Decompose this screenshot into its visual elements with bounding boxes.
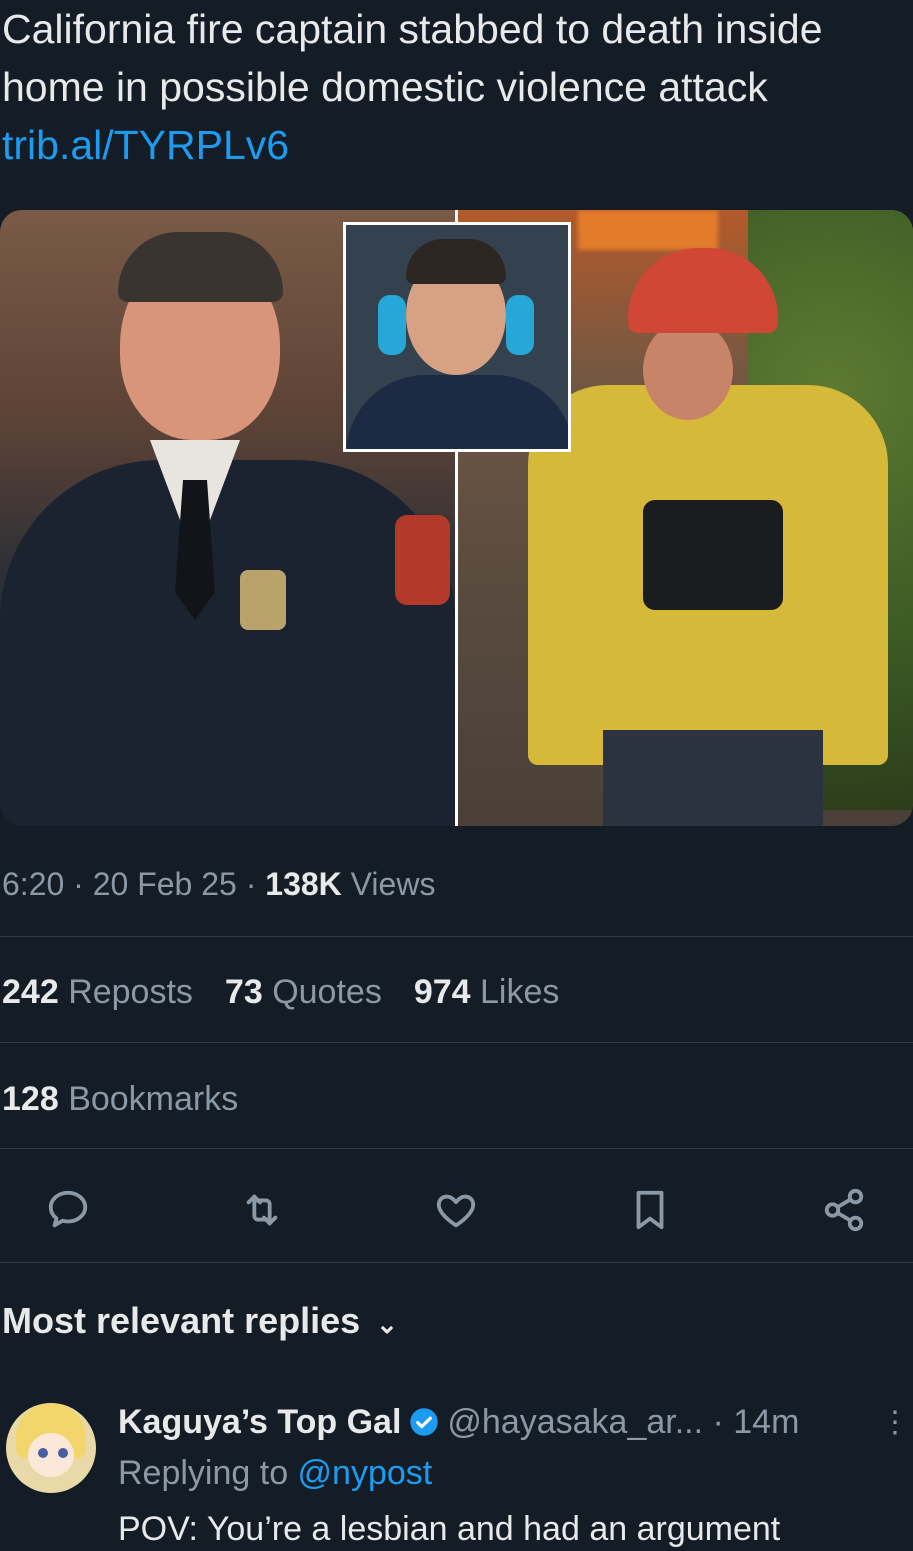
avatar[interactable] (6, 1403, 96, 1493)
replies-sort-toggle[interactable]: Most relevant replies ⌄ (2, 1298, 398, 1347)
tweet-meta: 6:20 · 20 Feb 25 · 138K Views (2, 862, 435, 906)
meta-sep: · (64, 866, 93, 902)
pants-shape (603, 730, 823, 826)
fire-shape (578, 210, 718, 250)
reply-author-name[interactable]: Kaguya’s Top Gal (118, 1403, 401, 1441)
views-count: 138K (265, 866, 342, 902)
patch-shape (395, 515, 450, 605)
bookmarks-stat[interactable]: 128 Bookmarks (2, 1077, 238, 1121)
quotes-stat[interactable]: 73 Quotes (225, 973, 382, 1011)
headset-right-shape (506, 295, 534, 355)
quotes-label: Quotes (272, 973, 382, 1011)
more-options-icon[interactable]: ⋮ (880, 1403, 910, 1443)
engagement-stats: 242 Reposts 73 Quotes 974 Likes (2, 970, 559, 1014)
repost-button[interactable] (232, 1180, 292, 1240)
badge-shape (240, 570, 286, 630)
tweet-link[interactable]: trib.al/TYRPLv6 (2, 122, 289, 168)
hair-shape (118, 232, 283, 302)
views-label: Views (350, 866, 436, 902)
avatar-eye (38, 1448, 48, 1458)
retweet-icon (246, 1194, 278, 1226)
reposts-label: Reposts (68, 973, 193, 1011)
quotes-count: 73 (224, 973, 263, 1011)
divider (0, 1262, 913, 1263)
reposts-stat[interactable]: 242 Reposts (2, 973, 193, 1011)
likes-label: Likes (480, 973, 560, 1011)
jacket-shape (0, 460, 455, 826)
tweet-body: California fire captain stabbed to death… (2, 6, 823, 110)
verified-badge-icon (410, 1408, 439, 1436)
divider (0, 1042, 913, 1043)
reply-text: POV: You’re a lesbi⁠an and had an argume… (118, 1510, 781, 1548)
reply-time[interactable]: · 14m (703, 1403, 800, 1441)
headset-left-shape (378, 295, 406, 355)
tweet-text: California fire captain stabbed to death… (2, 0, 902, 174)
uniform-shape (346, 375, 568, 449)
reply-author-handle[interactable]: @hayasaka_ar... (447, 1403, 703, 1441)
bookmarks-count: 128 (2, 1080, 59, 1118)
meta-sep: · (236, 866, 266, 902)
bookmark-icon (636, 1190, 664, 1230)
heart-icon (436, 1194, 476, 1228)
action-bar (0, 1180, 913, 1240)
replies-section-title: Most relevant replies (2, 1300, 361, 1341)
photo-inset[interactable] (343, 222, 571, 452)
share-button[interactable] (814, 1180, 874, 1240)
like-button[interactable] (426, 1180, 486, 1240)
tweet-date[interactable]: 20 Feb 25 (93, 866, 237, 902)
pack-shape (643, 500, 783, 610)
replying-prefix: Replying to (118, 1454, 298, 1492)
divider (0, 936, 913, 937)
bookmarks-label: Bookmarks (68, 1080, 239, 1118)
replying-to-handle[interactable]: @nypost (298, 1454, 433, 1492)
chevron-down-icon: ⌄ (376, 1309, 398, 1339)
bookmark-button[interactable] (620, 1180, 680, 1240)
divider (0, 1148, 913, 1149)
reply-item[interactable]: Kaguya’s Top Gal @hayasaka_ar... · 14m ⋮ … (0, 1395, 913, 1550)
tweet-media[interactable] (0, 210, 913, 826)
tweet-time[interactable]: 6:20 (2, 866, 64, 902)
hair-inset-shape (406, 239, 506, 284)
head-shape (643, 320, 733, 420)
likes-stat[interactable]: 974 Likes (414, 973, 560, 1011)
share-icon (824, 1188, 864, 1232)
replying-to: Replying to @nypost (118, 1451, 432, 1495)
reply-button[interactable] (38, 1180, 98, 1240)
likes-count: 974 (413, 973, 471, 1011)
reply-header: Kaguya’s Top Gal @hayasaka_ar... · 14m (118, 1399, 799, 1445)
reply-icon (48, 1190, 88, 1228)
avatar-eye (58, 1448, 68, 1458)
reposts-count: 242 (2, 973, 59, 1011)
